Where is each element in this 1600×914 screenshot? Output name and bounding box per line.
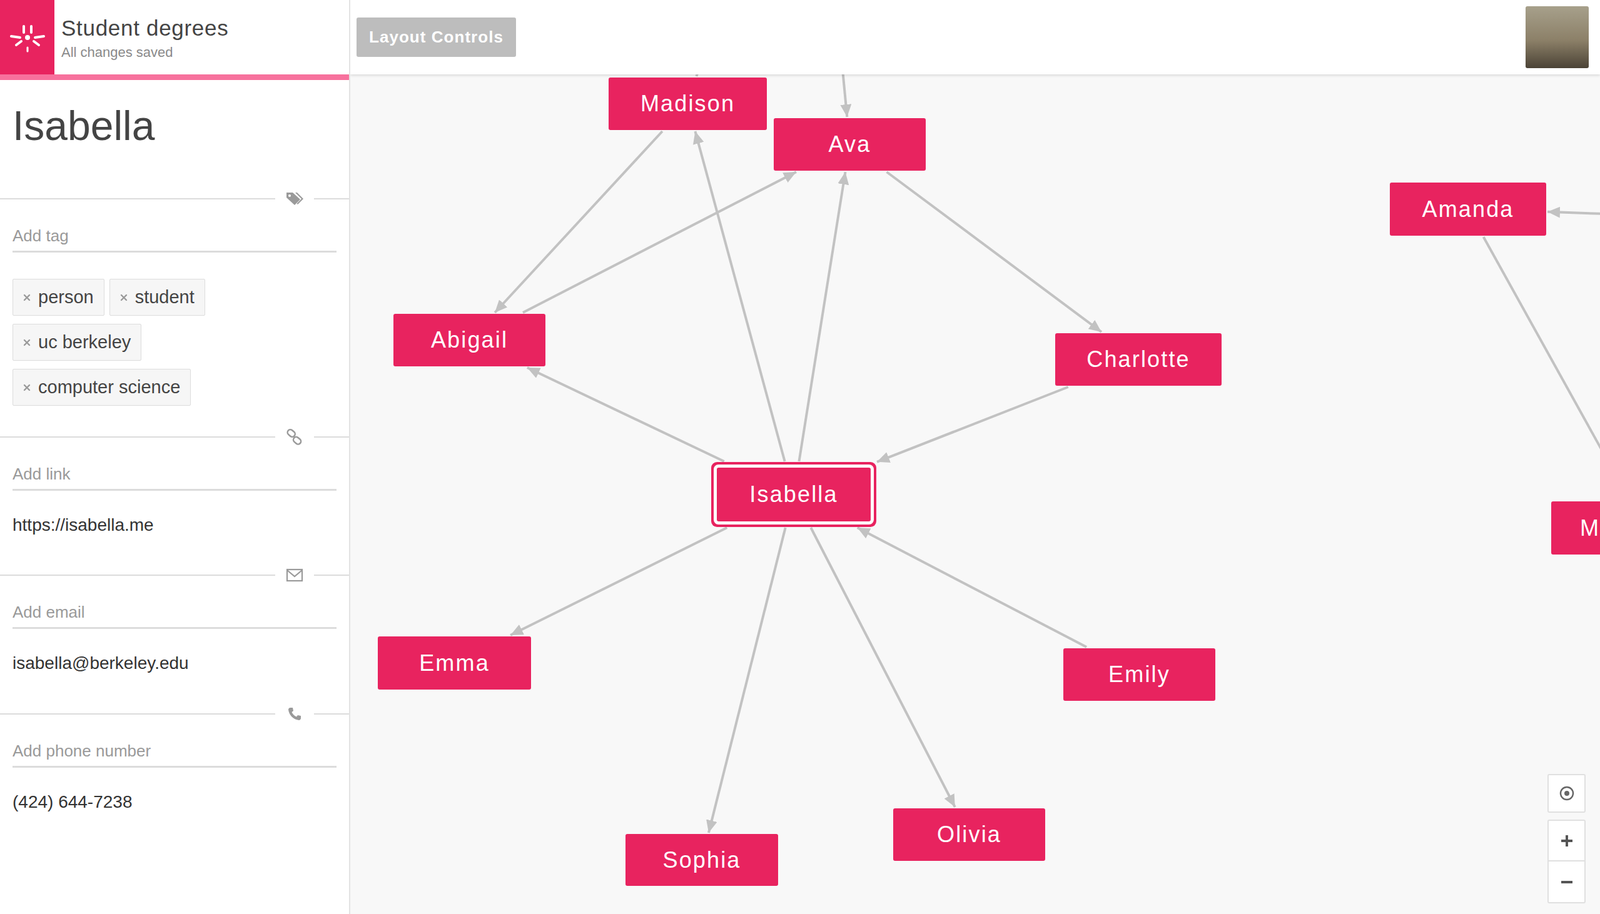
node-label: Ava — [828, 127, 872, 162]
graph-node[interactable]: Abigail — [393, 313, 546, 367]
tag-label: uc berkeley — [38, 331, 131, 354]
tag-label: student — [135, 286, 195, 309]
node-label: Emma — [419, 646, 490, 681]
link-divider — [0, 432, 350, 443]
graph-node[interactable]: M — [1551, 501, 1600, 555]
link-icon — [275, 428, 314, 446]
edge-layer — [350, 0, 1600, 914]
node-label: M — [1579, 511, 1600, 546]
minus-icon — [1559, 875, 1574, 890]
connection-edge[interactable] — [876, 387, 1069, 463]
save-status: All changes saved — [61, 43, 229, 62]
plus-icon — [1559, 834, 1574, 849]
map-canvas[interactable]: Madison Ava Amanda Abigail Charlotte Isabella… — [350, 0, 1600, 914]
user-avatar[interactable] — [1525, 6, 1589, 69]
connection-edge[interactable] — [1483, 237, 1600, 501]
app-header: Student degrees All changes saved — [0, 0, 350, 75]
tag-label: computer science — [38, 376, 181, 399]
envelope-icon — [275, 568, 314, 583]
connection-edge[interactable] — [494, 131, 663, 313]
zoom-in-button[interactable] — [1548, 821, 1585, 862]
node-label: Abigail — [430, 323, 508, 358]
detail-panel: Student degrees All changes saved Isabel… — [0, 0, 351, 914]
zoom-buttons — [1547, 820, 1586, 904]
connection-edge[interactable] — [886, 172, 1102, 333]
connection-edge[interactable] — [522, 172, 797, 313]
graph-node[interactable]: Olivia — [893, 808, 1046, 862]
email-value[interactable]: isabella@berkeley.edu — [12, 653, 337, 675]
top-bar: Layout Controls — [350, 0, 1600, 75]
zoom-controls — [1547, 774, 1586, 904]
remove-icon[interactable] — [23, 384, 31, 392]
remove-icon[interactable] — [23, 339, 31, 347]
center-button[interactable] — [1547, 774, 1586, 814]
connection-edge[interactable] — [857, 527, 1087, 648]
layout-controls-button[interactable]: Layout Controls — [356, 17, 517, 57]
phone-icon — [275, 706, 314, 722]
phone-divider — [0, 709, 350, 720]
tag-chip[interactable]: person — [12, 278, 105, 316]
node-label: Charlotte — [1086, 342, 1191, 377]
email-input[interactable] — [12, 602, 337, 622]
zoom-out-button[interactable] — [1548, 861, 1585, 903]
connection-edge[interactable] — [527, 367, 725, 462]
graph-node[interactable]: Emily — [1063, 648, 1216, 702]
phone-input[interactable] — [12, 741, 337, 761]
node-layer: Madison Ava Amanda Abigail Charlotte Isabella… — [350, 0, 1600, 914]
graph-node[interactable]: Madison — [608, 77, 767, 131]
graph-node[interactable]: Charlotte — [1055, 333, 1222, 386]
link-input[interactable] — [12, 464, 337, 484]
tag-chip[interactable]: computer science — [12, 369, 191, 406]
phone-value[interactable]: (424) 644-7238 — [12, 791, 337, 814]
tags-divider — [0, 193, 350, 204]
tag-icon — [275, 190, 314, 208]
node-label: Sophia — [662, 843, 741, 878]
connection-edge[interactable] — [510, 527, 727, 636]
tag-label: person — [38, 286, 94, 309]
graph-node[interactable]: Isabella — [716, 467, 871, 522]
tag-chip[interactable]: student — [109, 278, 206, 316]
target-icon — [1558, 785, 1575, 802]
node-label: Amanda — [1421, 192, 1514, 227]
remove-icon[interactable] — [120, 293, 128, 302]
email-divider — [0, 570, 350, 581]
tag-input[interactable] — [12, 226, 337, 246]
element-name[interactable]: Isabella — [0, 80, 350, 147]
connection-edge[interactable] — [1547, 212, 1600, 218]
connection-edge[interactable] — [708, 527, 786, 834]
graph-node[interactable]: Ava — [773, 118, 926, 171]
node-label: Olivia — [936, 818, 1002, 852]
tag-chip[interactable]: uc berkeley — [12, 324, 142, 361]
logo-icon[interactable] — [0, 0, 55, 75]
graph-node[interactable]: Sophia — [625, 834, 779, 887]
node-label: Isabella — [749, 477, 838, 512]
header-accent — [0, 74, 350, 81]
link-value[interactable]: https://isabella.me — [12, 514, 337, 537]
remove-icon[interactable] — [23, 293, 31, 302]
project-title[interactable]: Student degrees — [61, 15, 229, 42]
graph-node[interactable]: Emma — [377, 636, 532, 690]
graph-node[interactable]: Amanda — [1389, 182, 1547, 236]
connection-edge[interactable] — [798, 172, 846, 462]
connection-edge[interactable] — [694, 131, 785, 462]
connection-edge[interactable] — [810, 527, 955, 808]
tag-list: person studentuc berkeley computer science — [12, 278, 288, 406]
node-label: Madison — [640, 86, 735, 121]
node-label: Emily — [1108, 658, 1171, 692]
